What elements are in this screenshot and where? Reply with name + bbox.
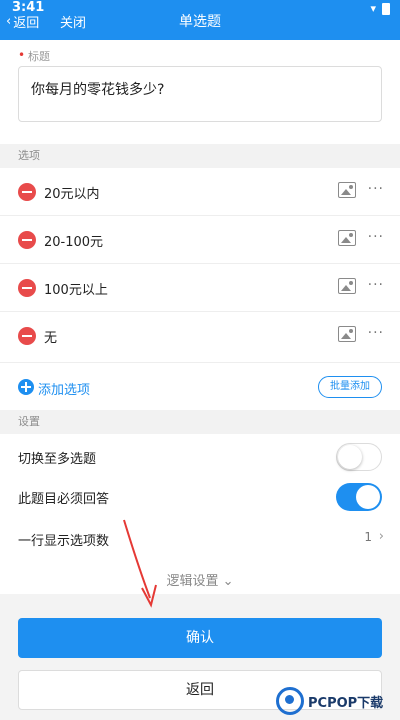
setting-row-required: 此题目必须回答 — [0, 476, 400, 518]
option-text[interactable]: 无 — [44, 327, 57, 346]
remove-option-icon[interactable] — [18, 327, 36, 345]
add-option-row: 添加选项 批量添加 — [0, 362, 400, 410]
image-icon[interactable] — [338, 326, 356, 342]
required-dot-icon: • — [18, 48, 26, 62]
more-icon[interactable]: ··· — [368, 277, 384, 293]
setting-label: 此题目必须回答 — [18, 492, 110, 507]
pcpop-logo-icon — [276, 687, 304, 715]
per-row-value: 1 — [364, 530, 372, 544]
image-icon[interactable] — [338, 230, 356, 246]
options-section-header: 选项 — [0, 144, 400, 168]
options-list: 20元以内 ··· 20-100元 ··· 100元以上 ··· 无 ··· — [0, 168, 400, 362]
option-row: 20元以内 ··· — [0, 168, 400, 216]
more-icon[interactable]: ··· — [368, 229, 384, 245]
option-row: 100元以上 ··· — [0, 264, 400, 312]
option-row: 无 ··· — [0, 312, 400, 360]
watermark-text: PCPOP下载 — [308, 695, 384, 711]
logic-settings-button[interactable]: 逻辑设置 ⌄ — [0, 570, 400, 589]
required-toggle[interactable] — [336, 483, 382, 511]
multi-choice-toggle[interactable] — [336, 443, 382, 471]
setting-row-multi: 切换至多选题 — [0, 436, 400, 478]
more-icon[interactable]: ··· — [368, 325, 384, 341]
watermark: PCPOP下载 — [276, 682, 400, 720]
logic-settings-label: 逻辑设置 — [166, 574, 219, 589]
add-option-button[interactable]: 添加选项 — [38, 379, 90, 398]
title-label: 标题 — [28, 50, 50, 63]
app-header: 3:41 ▾ ‹ 返回 关闭 单选题 — [0, 0, 400, 40]
add-circle-icon[interactable] — [18, 379, 34, 395]
setting-label: 切换至多选题 — [18, 452, 97, 467]
settings-section-header: 设置 — [0, 410, 400, 434]
page-title: 单选题 — [179, 14, 221, 30]
image-icon[interactable] — [338, 278, 356, 294]
remove-option-icon[interactable] — [18, 231, 36, 249]
confirm-button[interactable]: 确认 — [18, 618, 382, 658]
chevron-right-icon: › — [378, 529, 384, 544]
option-text[interactable]: 20元以内 — [44, 183, 100, 202]
image-icon[interactable] — [338, 182, 356, 198]
batch-add-button[interactable]: 批量添加 — [318, 376, 382, 398]
option-text[interactable]: 100元以上 — [44, 279, 108, 298]
remove-option-icon[interactable] — [18, 279, 36, 297]
setting-row-per-row[interactable]: 一行显示选项数 1 › — [0, 518, 400, 560]
title-input[interactable]: 你每月的零花钱多少? — [18, 66, 382, 122]
chevron-down-icon: ⌄ — [222, 574, 234, 589]
option-row: 20-100元 ··· — [0, 216, 400, 264]
option-text[interactable]: 20-100元 — [44, 231, 103, 250]
more-icon[interactable]: ··· — [368, 181, 384, 197]
setting-label: 一行显示选项数 — [18, 534, 110, 549]
remove-option-icon[interactable] — [18, 183, 36, 201]
